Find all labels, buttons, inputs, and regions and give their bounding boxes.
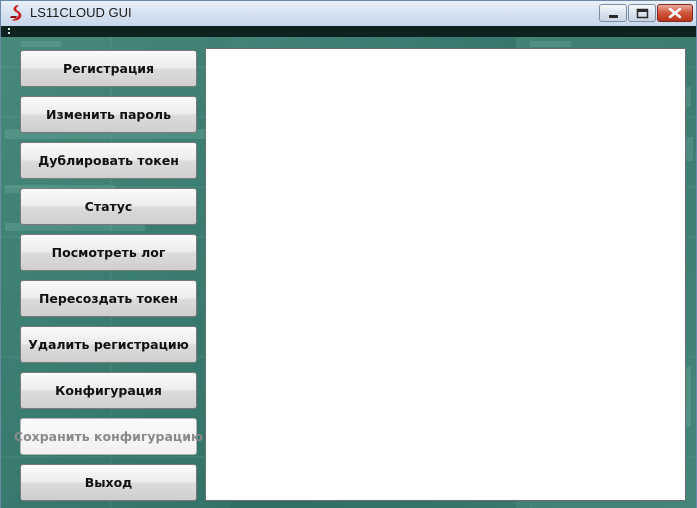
configuration-button[interactable]: Конфигурация (20, 372, 197, 409)
minimize-icon (609, 15, 618, 18)
register-button[interactable]: Регистрация (20, 50, 197, 87)
grip-icon (8, 28, 10, 34)
delete-registration-button[interactable]: Удалить регистрацию (20, 326, 197, 363)
view-log-button[interactable]: Посмотреть лог (20, 234, 197, 271)
recreate-token-button[interactable]: Пересоздать токен (20, 280, 197, 317)
close-button[interactable] (657, 4, 693, 22)
duplicate-token-button[interactable]: Дублировать токен (20, 142, 197, 179)
exit-button[interactable]: Выход (20, 464, 197, 501)
maximize-button[interactable] (628, 4, 656, 22)
app-window: LS11CLOUD GUI Регистрация Изменить парол… (0, 0, 697, 508)
maximize-icon (636, 8, 649, 19)
window-title: LS11CLOUD GUI (30, 5, 132, 20)
minimize-button[interactable] (599, 4, 627, 22)
menu-strip (1, 26, 696, 37)
close-icon (668, 7, 682, 19)
status-button[interactable]: Статус (20, 188, 197, 225)
title-bar[interactable]: LS11CLOUD GUI (1, 1, 696, 27)
change-password-button[interactable]: Изменить пароль (20, 96, 197, 133)
output-panel[interactable] (205, 48, 686, 501)
main-panel: Регистрация Изменить пароль Дублировать … (1, 37, 696, 508)
ls11-logo-icon (10, 5, 22, 21)
save-configuration-button[interactable]: Сохранить конфигурацию (14, 418, 203, 455)
